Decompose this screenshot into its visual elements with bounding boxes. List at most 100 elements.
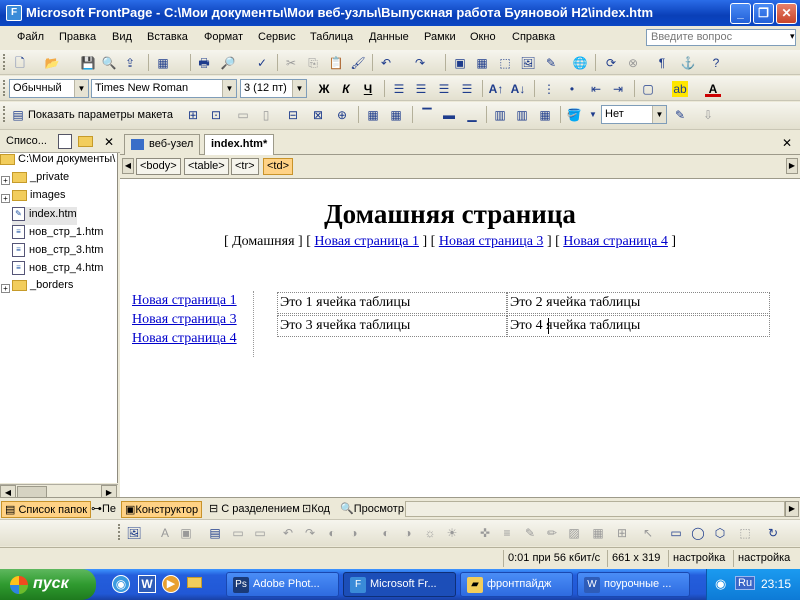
close-pane-button[interactable]: ✕ (104, 135, 114, 149)
publish-icon[interactable]: ⇪ (122, 55, 138, 71)
polygon-icon[interactable]: ⬡ (712, 525, 728, 541)
nav-link-page1[interactable]: Новая страница 1 (314, 234, 419, 249)
flip-v-icon[interactable]: ◑ (346, 525, 362, 541)
expand-icon[interactable]: + (1, 176, 10, 185)
rotate-left-icon[interactable]: ↶ (280, 525, 296, 541)
menu-window[interactable]: Окно (470, 31, 496, 43)
new-folder-icon[interactable] (78, 135, 96, 147)
select-icon[interactable]: ⊞ (614, 525, 630, 541)
save-icon[interactable]: 💾 (80, 55, 96, 71)
text-icon[interactable]: A (157, 525, 173, 541)
expand-icon[interactable]: + (1, 284, 10, 293)
menu-tools[interactable]: Сервис (258, 31, 296, 43)
frontpage-app-icon[interactable]: F (6, 5, 22, 21)
toolbar-grip[interactable] (3, 80, 6, 96)
align-left-icon[interactable]: ☰ (391, 81, 407, 97)
brightness-up-icon[interactable]: ☼ (422, 525, 438, 541)
bevel-icon[interactable]: ▨ (566, 525, 582, 541)
menu-help[interactable]: Справка (512, 31, 555, 43)
resample-icon[interactable]: ▦ (590, 525, 606, 541)
menu-file[interactable]: Файл (17, 31, 44, 43)
rotate-right-icon[interactable]: ↷ (302, 525, 318, 541)
tab-code[interactable]: ⊡Код (299, 501, 333, 518)
horizontal-scrollbar[interactable] (405, 501, 785, 517)
draw-layout-icon[interactable]: ▭ (235, 107, 251, 123)
insert-row-icon[interactable]: ⊕ (334, 107, 350, 123)
insert-layer-icon[interactable]: ⬚ (497, 55, 513, 71)
media-icon[interactable]: ▶ (162, 575, 180, 593)
redo-icon[interactable]: ↷ (412, 55, 428, 71)
chevron-down-icon[interactable]: ▼ (652, 106, 666, 123)
ask-dropdown-icon[interactable]: ▾ (790, 31, 795, 42)
table-cell-active[interactable]: Это 4 ячейка таблицы (507, 315, 770, 337)
toolbar-grip[interactable] (118, 524, 121, 540)
tag-scroll-right-icon[interactable]: ▶ (786, 158, 798, 174)
folder-root[interactable]: C:\Мои документы\ (0, 153, 115, 171)
circle-icon[interactable]: ◯ (690, 525, 706, 541)
sound-icon[interactable]: ◉ (715, 576, 726, 592)
cut-icon[interactable]: ✂ (283, 55, 299, 71)
menu-frames[interactable]: Рамки (424, 31, 456, 43)
tab-preview[interactable]: 🔍Просмотр (337, 501, 407, 518)
start-button[interactable]: пуск (0, 569, 96, 600)
flip-h-icon[interactable]: ◐ (324, 525, 340, 541)
table-cell[interactable]: Это 1 ячейка таблицы (277, 292, 507, 314)
menu-view[interactable]: Вид (112, 31, 132, 43)
align-right-icon[interactable]: ☰ (436, 81, 452, 97)
open-folder-icon[interactable]: 📂 (44, 55, 60, 71)
word-icon[interactable]: W (138, 575, 156, 593)
copy-icon[interactable]: ⎘ (305, 55, 321, 71)
increase-indent-icon[interactable]: ⇥ (610, 81, 626, 97)
layout-icon[interactable]: ▤ (10, 107, 26, 123)
menu-table[interactable]: Таблица (310, 31, 353, 43)
justify-icon[interactable]: ☰ (459, 81, 475, 97)
file-page3[interactable]: ≡ нов_стр_3.htm (12, 243, 103, 261)
taskbar-button-folder[interactable]: ▰ фронтпайдж (460, 572, 573, 597)
chevron-down-icon[interactable]: ▼ (585, 107, 601, 123)
distribute-rows-icon[interactable]: ▥ (492, 107, 508, 123)
bookmark-icon[interactable]: ⚓ (680, 55, 696, 71)
toggle-pane-icon[interactable]: ▦ (155, 55, 171, 71)
menu-insert[interactable]: Вставка (147, 31, 188, 43)
borders-icon[interactable]: ▢ (640, 81, 656, 97)
bold-button[interactable]: Ж (316, 81, 332, 97)
folder-images[interactable]: images (12, 189, 65, 207)
stop-icon[interactable]: ⊗ (625, 55, 641, 71)
show-formatting-icon[interactable]: ¶ (654, 55, 670, 71)
contrast-down-icon[interactable]: ◑ (400, 525, 416, 541)
spelling-icon[interactable]: ✓ (254, 55, 270, 71)
chevron-down-icon[interactable]: ▼ (292, 80, 306, 97)
tab-index[interactable]: index.htm* (204, 134, 275, 155)
highlight-icon[interactable]: ab (672, 81, 688, 97)
align-middle-icon[interactable]: ▬ (441, 107, 457, 123)
numbering-icon[interactable]: ⋮ (541, 81, 557, 97)
nav-link-page4[interactable]: Новая страница 4 (563, 234, 668, 249)
tab-split[interactable]: ⊟ С разделением (206, 501, 303, 518)
position-icon[interactable]: ▤ (207, 525, 223, 541)
web-component-icon[interactable]: ▣ (452, 55, 468, 71)
tag-table[interactable]: <table> (184, 158, 229, 175)
tag-scroll-left-icon[interactable]: ◀ (122, 158, 134, 174)
tab-website[interactable]: веб-узел (124, 134, 201, 155)
restore-icon[interactable]: ↻ (765, 525, 781, 541)
align-center-icon[interactable]: ☰ (413, 81, 429, 97)
border-select[interactable]: Нет ▼ (601, 105, 667, 124)
tab-navigation[interactable]: ⊶Пе (88, 501, 119, 518)
table-props-icon[interactable]: ▦ (365, 107, 381, 123)
toolbar-grip[interactable] (3, 54, 6, 70)
format-painter-icon[interactable]: 🖌 (350, 55, 366, 71)
tag-body[interactable]: <body> (136, 158, 181, 175)
color-icon[interactable]: ✏ (544, 525, 560, 541)
file-index[interactable]: ✎ index.htm (12, 207, 77, 225)
maximize-button[interactable]: ❐ (753, 3, 774, 24)
paste-icon[interactable]: 📋 (328, 55, 344, 71)
refresh-icon[interactable]: ⟳ (603, 55, 619, 71)
language-indicator[interactable]: Ru (735, 576, 756, 590)
underline-button[interactable]: Ч (360, 81, 376, 97)
menu-data[interactable]: Данные (369, 31, 409, 43)
minimize-button[interactable]: _ (730, 3, 751, 24)
align-top-icon[interactable]: ▔ (419, 107, 435, 123)
tag-tr[interactable]: <tr> (231, 158, 259, 175)
merge-icon[interactable]: ⊠ (310, 107, 326, 123)
brightness-down-icon[interactable]: ☀ (444, 525, 460, 541)
